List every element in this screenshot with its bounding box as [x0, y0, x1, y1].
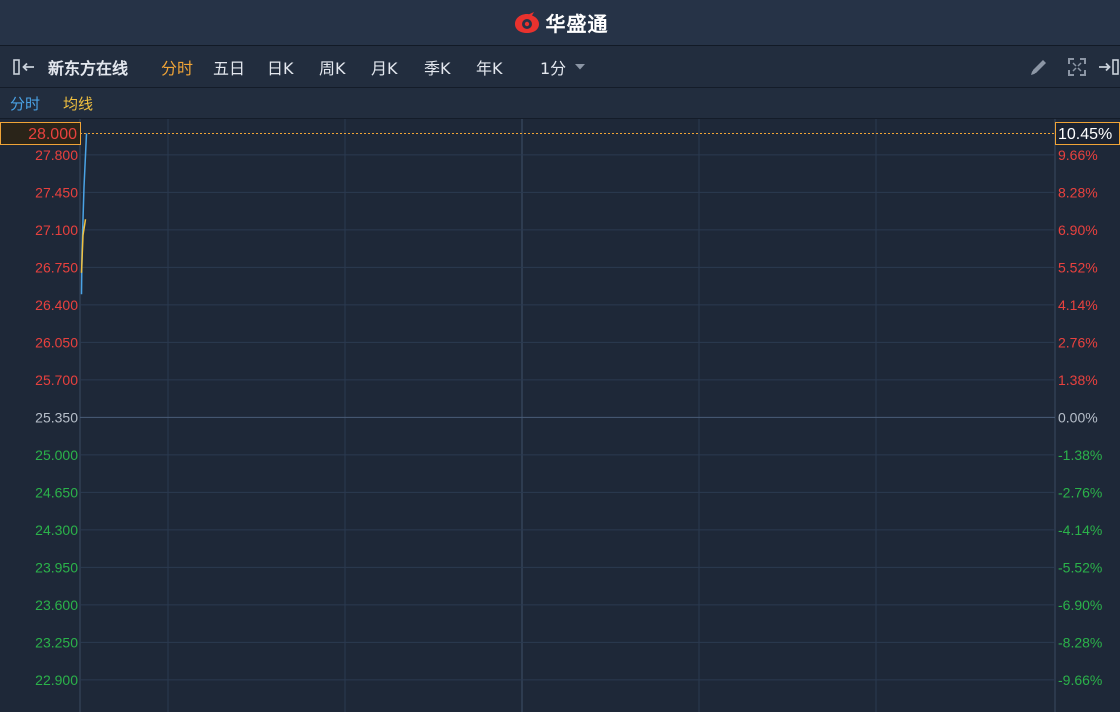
y-tick-label: 26.400	[35, 297, 78, 313]
pct-tick-label: 1.38%	[1058, 372, 1098, 388]
exit-panel-icon[interactable]	[1098, 46, 1120, 87]
y-tick-label: 27.100	[35, 222, 78, 238]
pct-tick-label: -5.52%	[1058, 559, 1102, 575]
y-tick-label: 26.750	[35, 259, 78, 275]
pct-tick-label: -1.38%	[1058, 447, 1102, 463]
pct-tick-label: 9.66%	[1058, 147, 1098, 163]
intraday-chart: 27.800 9.66% 27.450 8.28% 27.100 6.90% 26.750 5…	[0, 119, 1120, 712]
chevron-down-icon	[574, 63, 586, 71]
current-pct-label: 10.45%	[1058, 126, 1112, 143]
tab-five-day[interactable]: 五日	[213, 46, 245, 87]
y-tick-label: 22.900	[35, 672, 78, 688]
stock-name: 新东方在线	[48, 58, 129, 78]
legend-intraday: 分时	[10, 94, 41, 113]
brand: 华盛通	[512, 8, 609, 37]
pct-tick-label: 4.14%	[1058, 297, 1098, 313]
interval-value: 1分	[540, 58, 567, 78]
tab-intraday[interactable]: 分时	[161, 46, 193, 87]
pct-tick-label: 5.52%	[1058, 259, 1098, 275]
pct-tick-label: 0.00%	[1058, 409, 1098, 425]
y-tick-label: 25.700	[35, 372, 78, 388]
fullscreen-icon[interactable]	[1066, 46, 1088, 87]
huashengtong-logo-icon	[512, 11, 542, 35]
y-tick-label: 26.050	[35, 334, 78, 350]
current-price-label: 28.000	[28, 126, 77, 143]
title-bar: 华盛通	[0, 0, 1120, 46]
y-tick-label: 23.600	[35, 597, 78, 613]
y-tick-label: 23.950	[35, 559, 78, 575]
collapse-left-icon[interactable]	[12, 46, 36, 87]
pct-tick-label: -8.28%	[1058, 634, 1102, 650]
tab-yearly-k[interactable]: 年K	[476, 46, 503, 87]
pct-tick-label: 6.90%	[1058, 222, 1098, 238]
tab-daily-k[interactable]: 日K	[267, 46, 294, 87]
tab-quarterly-k[interactable]: 季K	[424, 46, 451, 87]
legend-average: 均线	[63, 94, 94, 113]
y-tick-label: 27.800	[35, 147, 78, 163]
tab-monthly-k[interactable]: 月K	[371, 46, 398, 87]
pct-tick-label: 2.76%	[1058, 334, 1098, 350]
interval-dropdown[interactable]: 1分	[540, 46, 586, 87]
y-tick-label: 24.650	[35, 484, 78, 500]
legend-bar: 分时 均线	[0, 88, 1120, 119]
y-tick-label: 27.450	[35, 184, 78, 200]
pct-tick-label: 8.28%	[1058, 184, 1098, 200]
pct-tick-label: -4.14%	[1058, 522, 1102, 538]
y-tick-label: 25.000	[35, 447, 78, 463]
pct-tick-label: -2.76%	[1058, 484, 1102, 500]
pct-tick-label: -6.90%	[1058, 597, 1102, 613]
y-tick-label: 25.350	[35, 409, 78, 425]
y-tick-label: 24.300	[35, 522, 78, 538]
brand-name: 华盛通	[545, 12, 609, 36]
y-tick-label: 23.250	[35, 634, 78, 650]
edit-pencil-icon[interactable]	[1028, 46, 1050, 87]
toolbar: 新东方在线 分时 五日 日K 周K 月K 季K 年K 1分	[0, 46, 1120, 88]
tab-weekly-k[interactable]: 周K	[319, 46, 346, 87]
pct-tick-label: -9.66%	[1058, 672, 1102, 688]
